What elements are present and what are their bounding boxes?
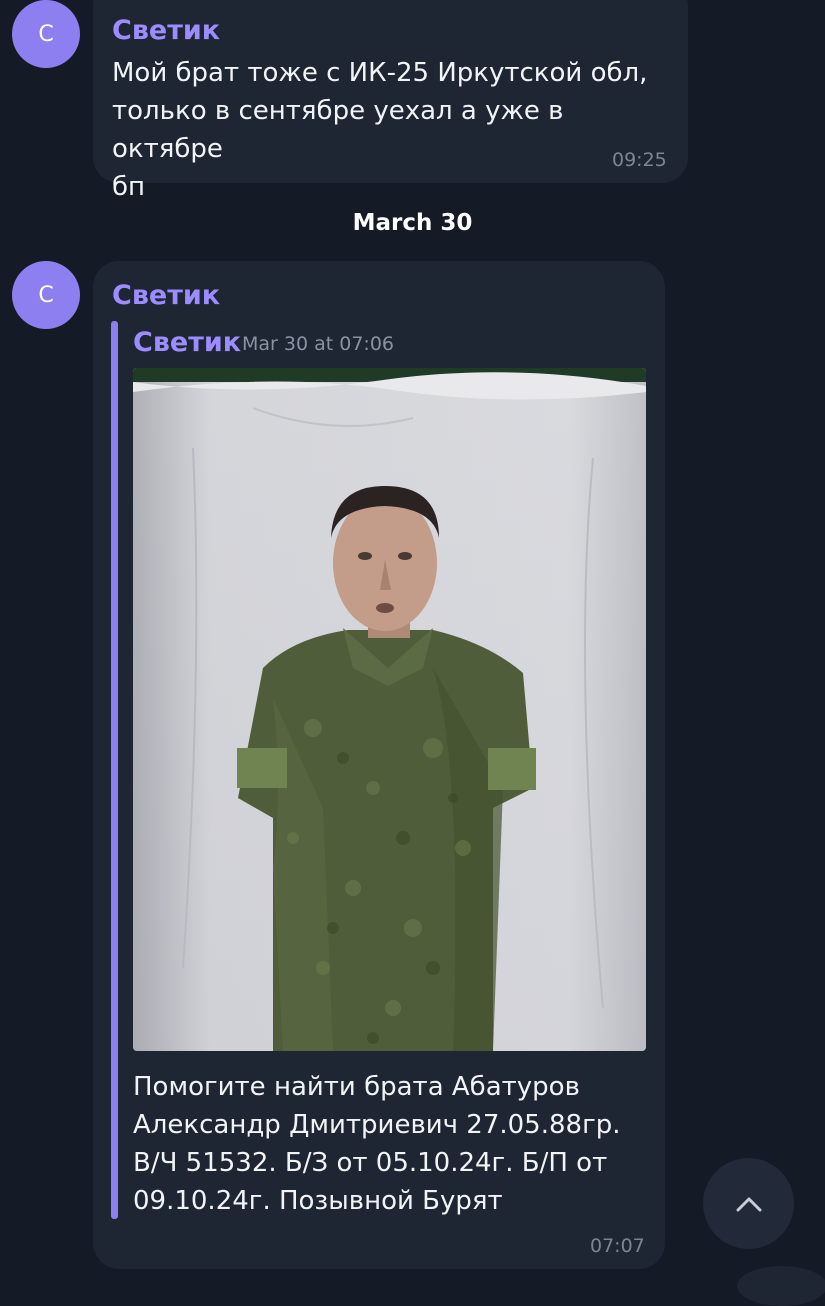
chevron-up-icon [736, 1197, 761, 1211]
forward-quote-bar [111, 321, 118, 1219]
forwarded-caption: Помогите найти брата Абатуров Александр … [133, 1072, 621, 1216]
sender-name[interactable]: Светик [112, 280, 220, 311]
next-message-bubble [737, 1266, 825, 1306]
scroll-up-button[interactable] [703, 1158, 794, 1249]
photo-of-man-in-camouflage-icon [133, 368, 646, 1051]
photo-attachment[interactable] [133, 368, 646, 1051]
avatar[interactable]: С [12, 261, 80, 329]
avatar[interactable]: С [12, 0, 80, 68]
date-separator: March 30 [352, 210, 473, 236]
forwarded-datetime: Mar 30 at 07:06 [242, 333, 394, 355]
sender-name[interactable]: Светик [112, 15, 220, 46]
message-time: 07:07 [590, 1235, 645, 1257]
message-time: 09:25 [612, 149, 667, 171]
message-text: Мой брат тоже с ИК-25 Иркутской обл, тол… [112, 58, 648, 202]
forwarded-sender-name[interactable]: Светик [133, 327, 241, 358]
